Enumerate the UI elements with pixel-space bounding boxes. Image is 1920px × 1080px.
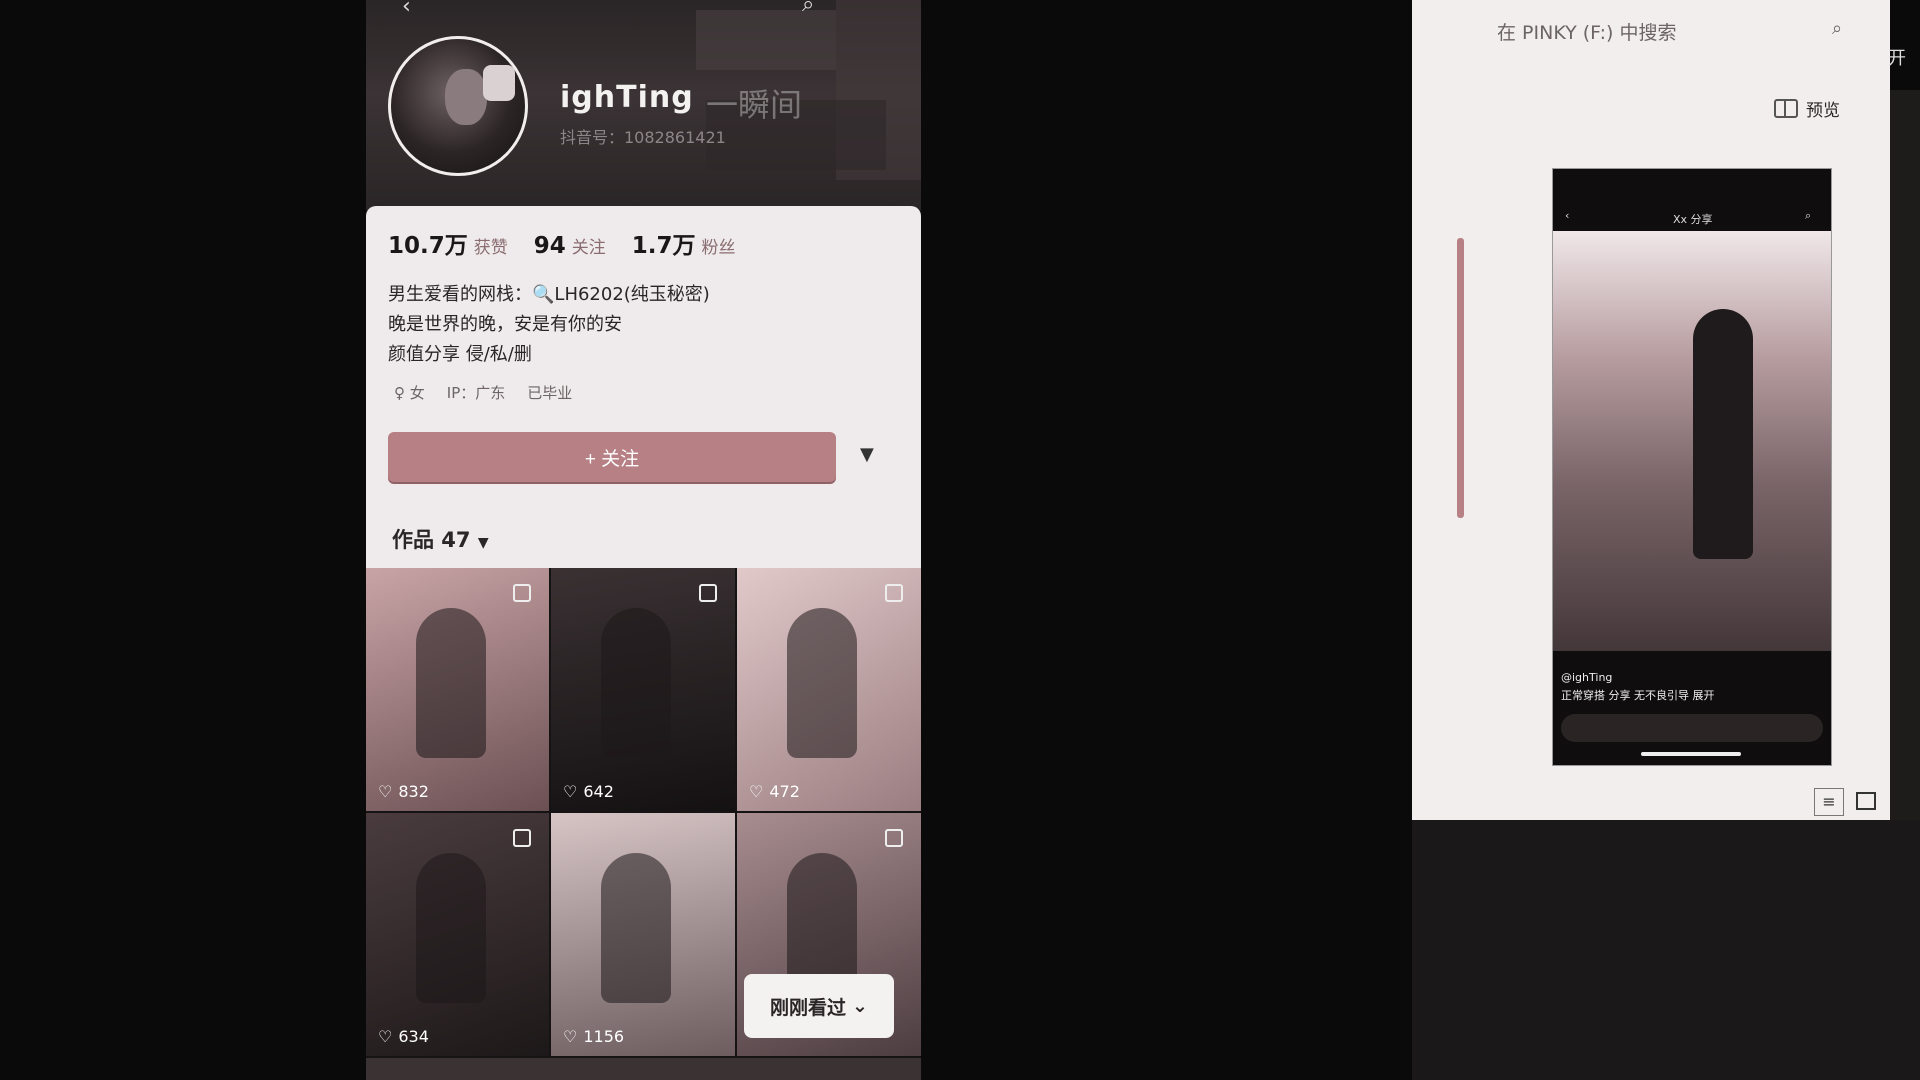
profile-tags: ♀ 女 IP：广东 已毕业 xyxy=(394,382,572,403)
thumb-user: @ighTing xyxy=(1561,671,1613,684)
work-tile[interactable]: ♡ 642 xyxy=(551,568,735,811)
heart-icon: ♡ xyxy=(378,1027,393,1046)
bio-line: 晚是世界的晚，安是有你的安 xyxy=(388,314,622,335)
heart-icon: ♡ xyxy=(563,1027,578,1046)
avatar[interactable] xyxy=(388,36,528,176)
stat-label: 获赞 xyxy=(473,238,508,258)
works-label: 作品 47 xyxy=(392,528,471,552)
desktop-area xyxy=(1412,820,1920,1080)
multi-image-icon xyxy=(885,829,903,847)
stat-value: 94 xyxy=(533,233,566,259)
thumb-comment-bar xyxy=(1561,714,1823,742)
like-count: ♡ 832 xyxy=(378,782,429,801)
chevron-left-icon: ‹ xyxy=(1565,209,1570,222)
preview-image: ‹ Xx 分享 ⌕ @ighTing 正常穿搭 分享 无不良引导 展开 xyxy=(1552,168,1832,766)
heart-icon: ♡ xyxy=(749,782,764,801)
work-tile[interactable]: ♡ 634 xyxy=(366,813,549,1056)
like-value: 472 xyxy=(769,782,800,801)
tag-gender: ♀ 女 xyxy=(394,384,425,402)
details-view-button[interactable]: ≡ xyxy=(1814,788,1844,816)
thumb-title: Xx 分享 xyxy=(1673,213,1713,226)
follow-button[interactable]: + 关注 xyxy=(388,432,836,482)
stat-value: 10.7万 xyxy=(388,233,468,259)
file-explorer-panel: 在 PINKY (F:) 中搜索 ⌕ 预览 ‹ Xx 分享 ⌕ @ighTing… xyxy=(1412,0,1890,820)
multi-image-icon xyxy=(885,584,903,602)
work-tile[interactable]: ♡ 832 xyxy=(366,568,549,811)
tag-education: 已毕业 xyxy=(527,384,573,402)
preview-label: 预览 xyxy=(1806,101,1840,121)
tag-ip: IP：广东 xyxy=(446,384,506,402)
thumb-home-indicator xyxy=(1641,752,1741,756)
works-tab[interactable]: 作品 47 ▼ xyxy=(392,524,489,554)
thumb-scene xyxy=(1553,231,1831,651)
stat-label: 粉丝 xyxy=(701,238,736,258)
chevron-left-icon[interactable]: ‹ xyxy=(402,0,411,19)
heart-icon: ♡ xyxy=(378,782,393,801)
heart-icon: ♡ xyxy=(563,782,578,801)
side-label: 开 xyxy=(1888,48,1906,69)
like-count: ♡ 634 xyxy=(378,1027,429,1046)
thumb-topbar: ‹ Xx 分享 ⌕ xyxy=(1553,169,1831,231)
next-row-tiles xyxy=(366,1058,921,1080)
stat-followers[interactable]: 1.7万 粉丝 xyxy=(632,226,736,260)
thumb-person xyxy=(1693,309,1753,559)
stat-following[interactable]: 94 关注 xyxy=(534,233,606,259)
recent-label: 刚刚看过 xyxy=(770,996,847,1019)
like-value: 1156 xyxy=(583,1027,625,1046)
caret-down-icon: ▼ xyxy=(477,535,489,551)
profile-name: ighTing xyxy=(560,80,694,115)
stat-label: 关注 xyxy=(571,238,606,258)
like-value: 634 xyxy=(398,1027,429,1046)
scrollbar[interactable] xyxy=(1457,238,1464,518)
preview-pane-icon xyxy=(1774,99,1798,118)
preview-toggle-button[interactable]: 预览 xyxy=(1774,96,1840,121)
follow-label: + 关注 xyxy=(584,448,640,470)
thumb-desc: 正常穿搭 分享 无不良引导 展开 xyxy=(1561,689,1715,702)
chevron-double-down-icon: ⌄ xyxy=(852,995,868,1017)
like-value: 832 xyxy=(398,782,429,801)
caret-down-icon[interactable]: ▼ xyxy=(860,444,874,465)
bio-line: 男生爱看的网栈：🔍LH6202(纯玉秘密) xyxy=(388,284,710,305)
search-icon: ⌕ xyxy=(1805,209,1812,222)
stat-value: 1.7万 xyxy=(631,233,696,259)
profile-name-suffix: 一瞬间 xyxy=(706,86,803,124)
multi-image-icon xyxy=(699,584,717,602)
search-icon[interactable]: ⌕ xyxy=(1832,18,1842,39)
stat-likes[interactable]: 10.7万 获赞 xyxy=(388,226,508,260)
like-count: ♡ 642 xyxy=(563,782,614,801)
like-value: 642 xyxy=(583,782,614,801)
thumb-caption: @ighTing 正常穿搭 分享 无不良引导 展开 xyxy=(1561,669,1715,705)
search-icon[interactable]: ⌕ xyxy=(802,0,814,17)
profile-bio: 男生爱看的网栈：🔍LH6202(纯玉秘密) 晚是世界的晚，安是有你的安 颜值分享… xyxy=(388,280,710,370)
profile-card: 10.7万 获赞 94 关注 1.7万 粉丝 男生爱看的网栈：🔍LH6202(纯玉秘密… xyxy=(366,206,921,568)
recently-viewed-button[interactable]: 刚刚看过 ⌄ xyxy=(744,974,894,1038)
bio-line: 颜值分享 侵/私/删 xyxy=(388,344,532,365)
profile-screen: ‹ ⌕ ighTing 一瞬间 抖音号：1082861421 10.7万 获赞 9… xyxy=(366,0,921,1080)
work-tile[interactable]: ♡ 1156 xyxy=(551,813,735,1056)
large-icons-view-button[interactable] xyxy=(1856,792,1876,810)
work-tile[interactable]: ♡ 472 xyxy=(737,568,921,811)
multi-image-icon xyxy=(513,829,531,847)
explorer-search-input[interactable]: 在 PINKY (F:) 中搜索 xyxy=(1497,18,1676,45)
profile-uid[interactable]: 抖音号：1082861421 xyxy=(560,124,726,148)
multi-image-icon xyxy=(513,584,531,602)
profile-stats: 10.7万 获赞 94 关注 1.7万 粉丝 xyxy=(388,226,736,260)
like-count: ♡ 472 xyxy=(749,782,800,801)
like-count: ♡ 1156 xyxy=(563,1027,624,1046)
